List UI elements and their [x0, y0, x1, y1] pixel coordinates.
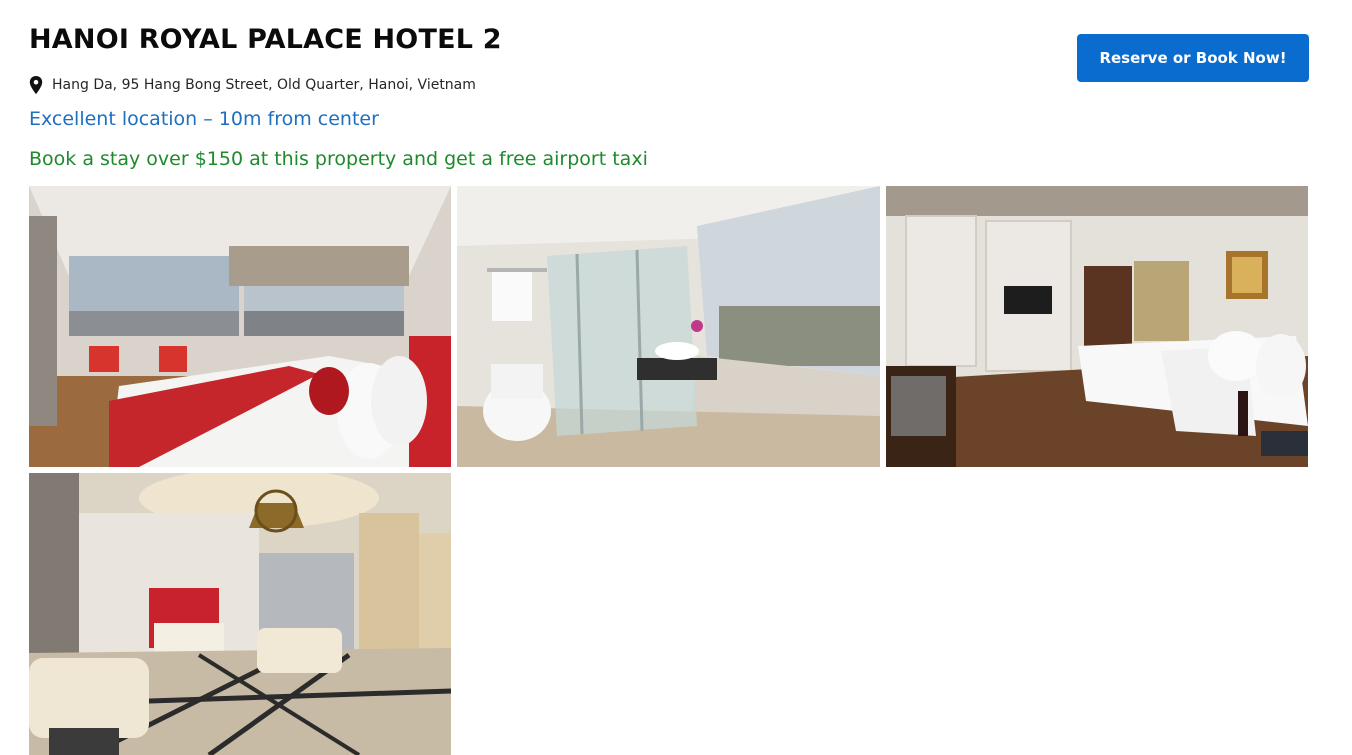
- map-pin-icon: [29, 76, 43, 94]
- reserve-button[interactable]: Reserve or Book Now!: [1077, 34, 1309, 82]
- hotel-name: HANOI ROYAL PALACE HOTEL 2: [29, 24, 502, 55]
- address-text: Hang Da, 95 Hang Bong Street, Old Quarte…: [52, 77, 476, 93]
- photo-room-bed[interactable]: [886, 186, 1308, 467]
- location-note: Excellent location – 10m from center: [29, 108, 379, 130]
- photo-bathroom[interactable]: [457, 186, 880, 467]
- hotel-address: Hang Da, 95 Hang Bong Street, Old Quarte…: [29, 76, 476, 94]
- photo-lobby[interactable]: [29, 473, 451, 755]
- photo-room-city-view[interactable]: [29, 186, 451, 467]
- promo-text: Book a stay over $150 at this property a…: [29, 148, 648, 170]
